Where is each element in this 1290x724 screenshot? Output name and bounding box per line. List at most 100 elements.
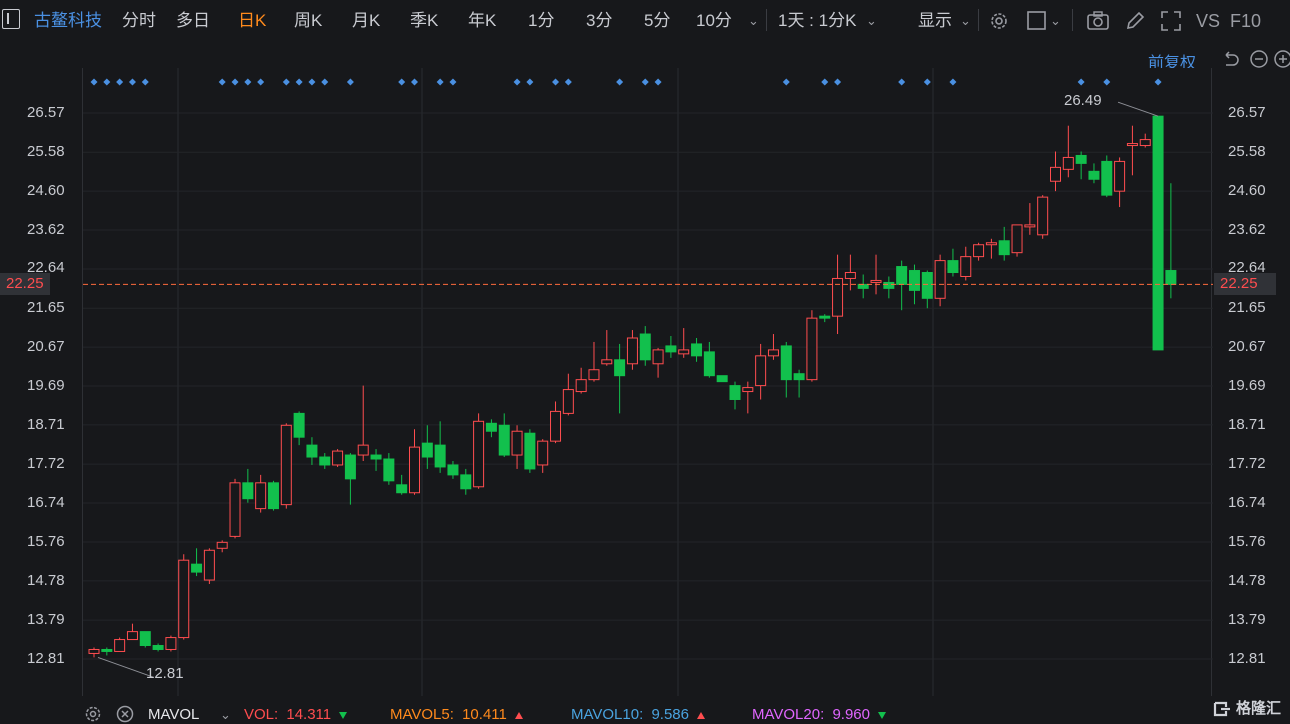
tab-3min[interactable]: 3分 [586,10,612,32]
tab-weekly-k[interactable]: 周K [294,10,322,32]
checkbox-icon[interactable] [1026,10,1048,32]
candle-body [806,317,818,381]
tab-5min[interactable]: 5分 [644,10,670,32]
tab-10min[interactable]: 10分 [696,10,732,32]
settings-gear-icon[interactable] [988,10,1010,32]
candle-body [1139,139,1151,147]
y-tick-label: 21.65 [1228,299,1266,316]
interval-select[interactable]: 1天 : 1分K [778,10,856,32]
signal-diamond [398,78,406,86]
candle-body [434,444,446,468]
brand-logo-icon [1213,701,1230,717]
candle-body [1088,170,1100,180]
tab-yearly-k[interactable]: 年K [468,10,496,32]
y-tick-label: 18.71 [1228,416,1266,433]
brand-watermark: 格隆汇 [1212,696,1288,720]
pencil-icon[interactable] [1124,10,1146,32]
y-tick-label: 18.71 [27,416,65,433]
candle-body [473,420,485,488]
signal-diamond [898,78,906,86]
mavol5-label: MAVOL5: [390,706,454,723]
candle-body [985,242,997,246]
tab-multi-day[interactable]: 多日 [176,10,210,32]
chevron-down-icon[interactable]: ⌄ [220,703,231,724]
candle-body [819,315,831,319]
candle-body [908,270,920,291]
toolbar-divider [978,9,979,31]
chevron-down-icon[interactable]: ⌄ [960,10,971,32]
candle-body [88,648,100,654]
candle-body [332,450,344,466]
signal-diamond [552,78,560,86]
mavol5-value: 10.411 [462,706,507,723]
candle-body [960,256,972,277]
candle-body [562,389,574,414]
f10-button[interactable]: F10 [1230,10,1261,32]
y-tick-label: 17.72 [27,455,65,472]
y-tick-label: 15.76 [1228,533,1266,550]
camera-icon[interactable] [1086,10,1110,32]
zoom-out-icon[interactable] [1249,49,1269,69]
candle-body [152,645,164,650]
candle-body [421,442,433,458]
candle-body [716,375,728,383]
candle-body [357,444,369,456]
candle-body [319,456,331,466]
mavol20-label: MAVOL20: [752,706,825,723]
candle-body [511,430,523,456]
display-menu[interactable]: 显示 [918,10,952,32]
candlestick-plot[interactable] [83,68,1213,696]
chevron-down-icon[interactable]: ⌄ [748,10,759,32]
y-tick-label: 12.81 [27,650,65,667]
y-tick-label: 25.58 [27,143,65,160]
y-tick-label: 13.79 [1228,611,1266,628]
candle-body [998,240,1010,256]
tab-intraday[interactable]: 分时 [122,10,156,32]
tab-daily-k[interactable]: 日K [238,10,266,32]
indicator-select[interactable]: MAVOL [148,703,199,724]
candle-body [767,349,779,357]
vol-label: VOL: [244,706,279,723]
signal-diamond [231,78,239,86]
tab-quarterly-k[interactable]: 季K [410,10,438,32]
candle-body [896,266,908,285]
indicator-settings-icon[interactable] [84,705,102,723]
mavol20-legend: MAVOL20: 9.960 [752,703,887,724]
undo-icon[interactable] [1221,49,1241,69]
close-icon[interactable] [116,705,134,723]
chevron-down-icon[interactable]: ⌄ [1050,10,1061,32]
candlestick-chart[interactable] [82,68,1213,696]
signal-diamond [821,78,829,86]
sidebar-toggle-icon[interactable] [2,9,20,29]
tab-1min[interactable]: 1分 [528,10,554,32]
candle-body [575,379,587,393]
candle-body [255,482,267,510]
down-arrow-icon [878,711,887,719]
up-arrow-icon [515,711,524,719]
y-tick-label: 25.58 [1228,143,1266,160]
mavol10-legend: MAVOL10: 9.586 [571,703,706,724]
candle-body [498,424,510,456]
candle-body [524,432,536,470]
candle-body [665,345,677,353]
vs-button[interactable]: VS [1196,10,1220,32]
signal-diamond [218,78,226,86]
candle-body [870,279,882,283]
signal-diamond [564,78,572,86]
signal-diamond [282,78,290,86]
fullscreen-icon[interactable] [1160,10,1182,32]
zoom-in-icon[interactable] [1273,49,1290,69]
signal-diamond [116,78,124,86]
stock-name[interactable]: 古鳌科技 [34,10,102,32]
mavol20-value: 9.960 [832,706,870,723]
low-price-label: 12.81 [146,665,184,682]
vol-value: 14.311 [286,706,332,723]
tab-monthly-k[interactable]: 月K [352,10,380,32]
y-tick-label: 21.65 [27,299,65,316]
chevron-down-icon[interactable]: ⌄ [866,10,877,32]
candle-body [139,631,151,647]
chart-toolbar: 古鳌科技 分时 多日 日K 周K 月K 季K 年K 1分 3分 5分 10分 ⌄… [0,0,1290,42]
candle-body [293,412,305,438]
candle-body [101,648,113,652]
up-arrow-icon [697,711,706,719]
